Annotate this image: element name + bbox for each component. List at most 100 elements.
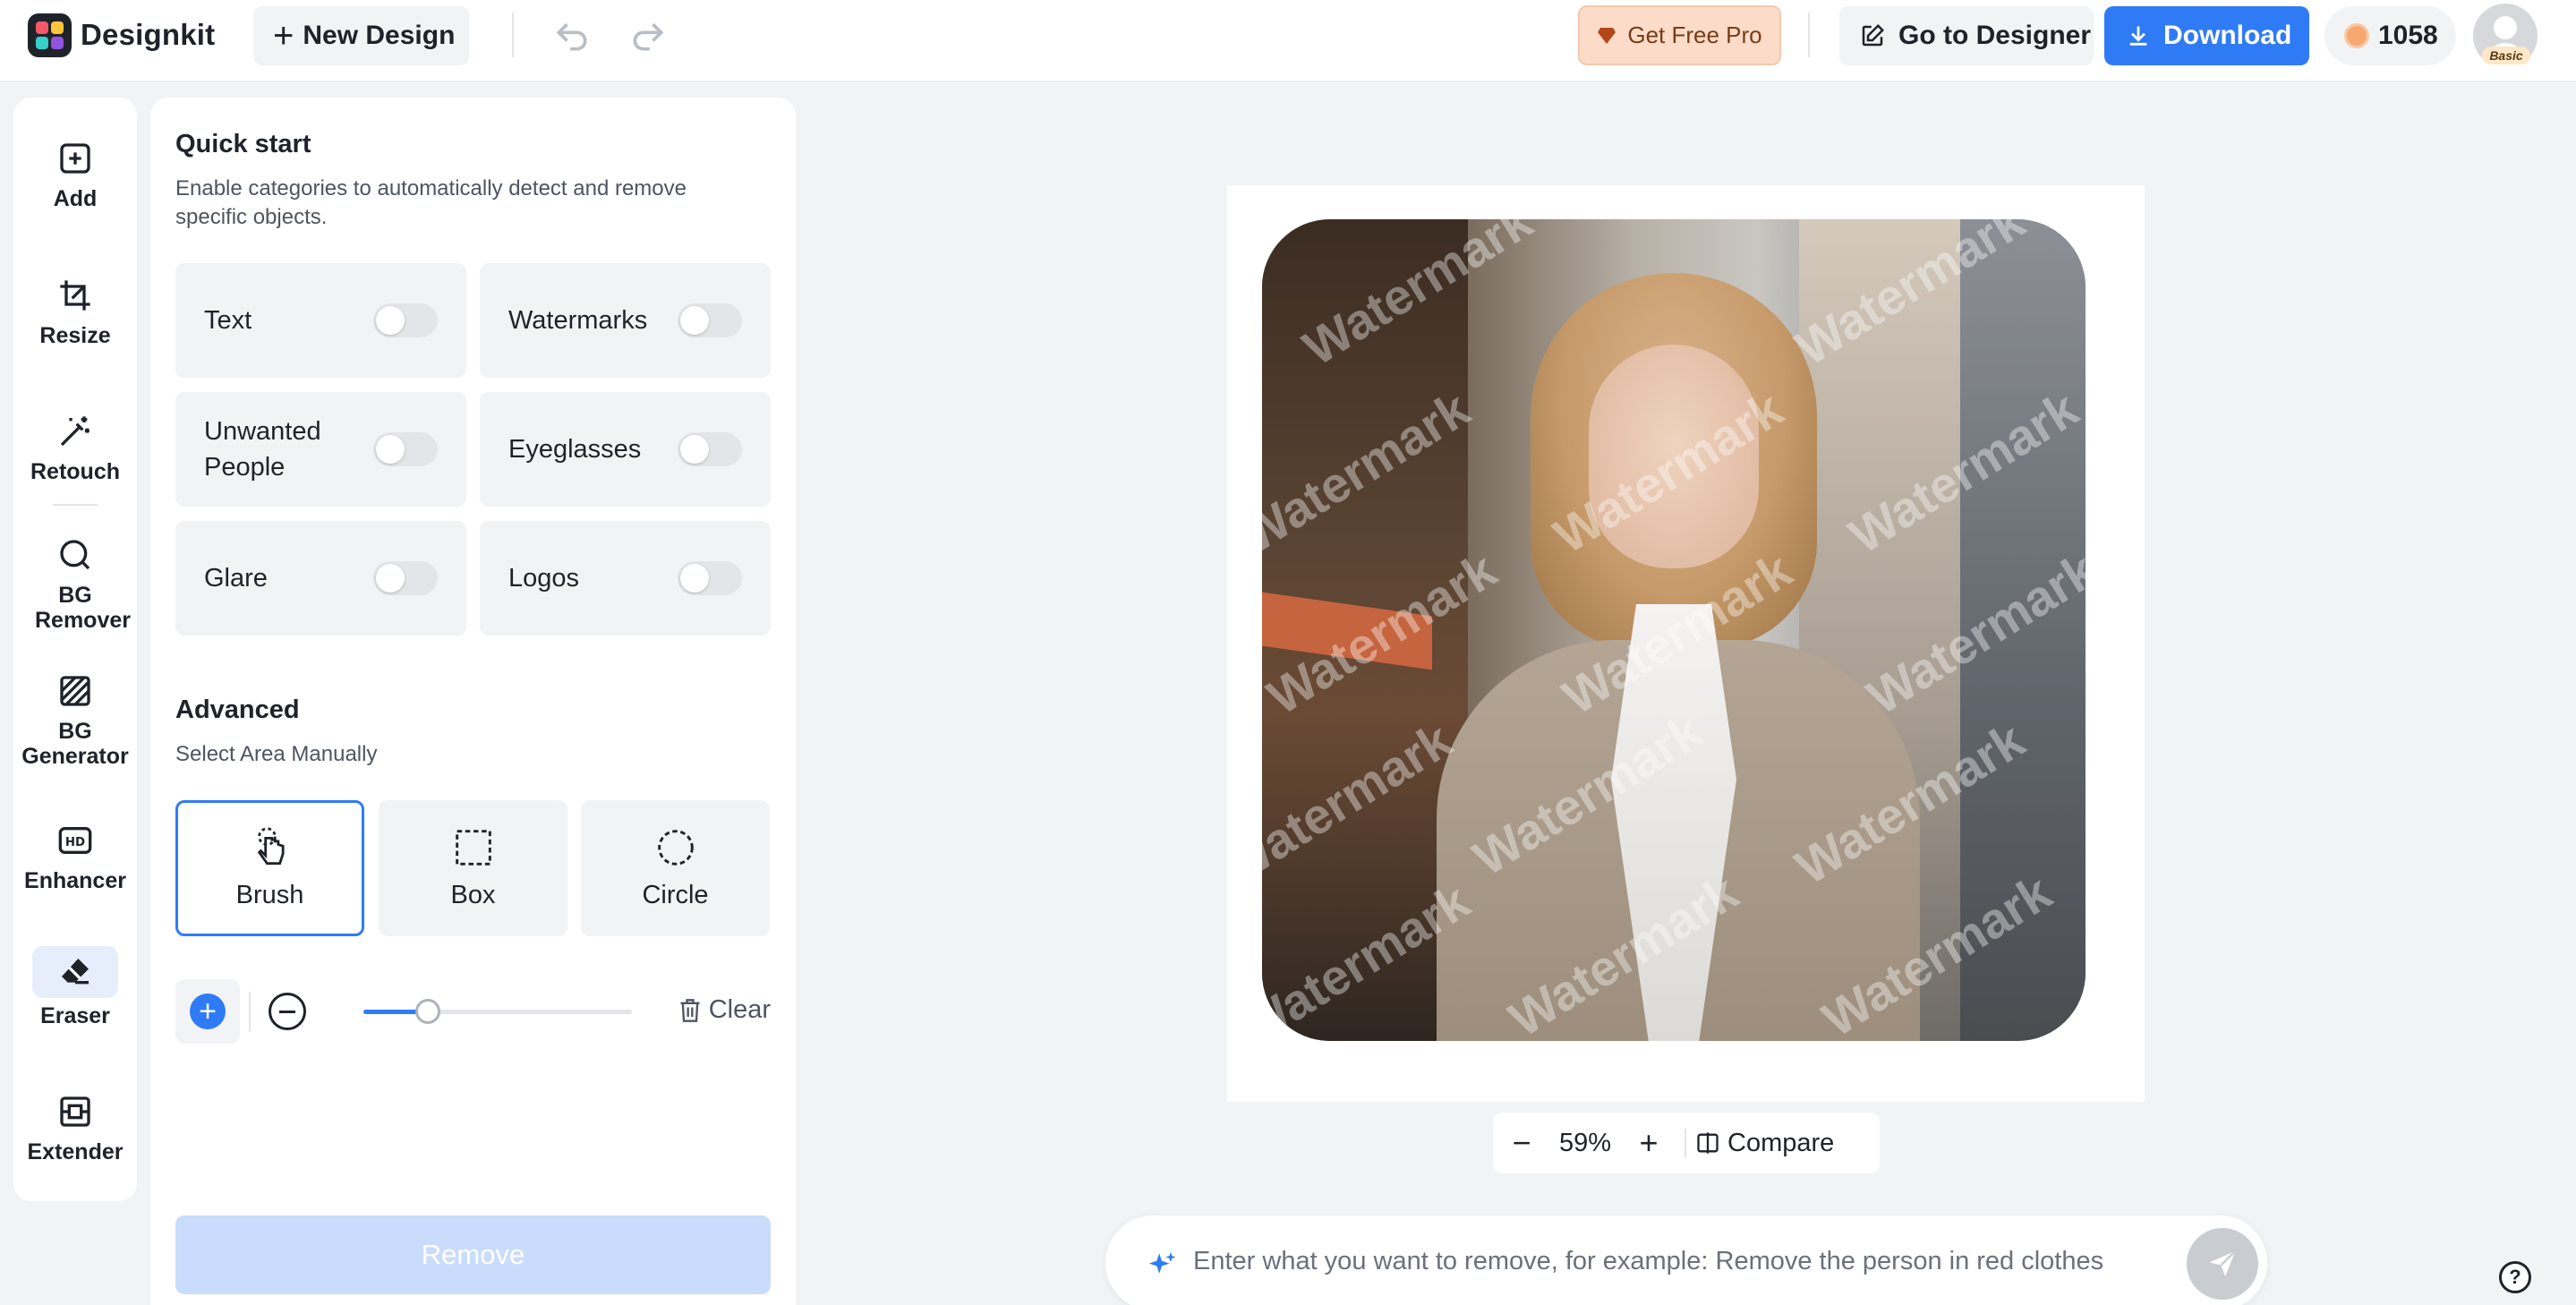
brush-hand-icon bbox=[250, 826, 291, 868]
bg-remover-icon bbox=[55, 534, 96, 576]
category-toggle[interactable] bbox=[678, 303, 742, 337]
top-bar: Designkit + New Design Get Free Pro Go t… bbox=[0, 0, 2576, 82]
magic-wand-icon bbox=[55, 411, 96, 452]
category-toggle[interactable] bbox=[678, 561, 742, 595]
clear-button[interactable]: Clear bbox=[678, 995, 771, 1025]
rail-label: Retouch bbox=[30, 459, 120, 484]
zoom-out-button[interactable]: − bbox=[1493, 1124, 1550, 1162]
new-design-button[interactable]: + New Design bbox=[253, 6, 469, 65]
mode-label: Circle bbox=[642, 880, 709, 909]
category-label: Watermarks bbox=[508, 306, 648, 335]
divider bbox=[512, 13, 514, 57]
compare-button[interactable]: Compare bbox=[1695, 1129, 1834, 1158]
eraser-icon bbox=[32, 946, 118, 998]
credits-badge[interactable]: 1058 bbox=[2324, 6, 2456, 65]
remove-prompt-bar: Enter what you want to remove, for examp… bbox=[1105, 1215, 2267, 1305]
credits-count: 1058 bbox=[2378, 21, 2438, 50]
category-eyeglasses[interactable]: Eyeglasses bbox=[480, 392, 771, 507]
compare-icon bbox=[1697, 1132, 1719, 1154]
category-label: Text bbox=[204, 306, 252, 335]
quick-start-description: Enable categories to automatically detec… bbox=[175, 176, 687, 229]
divider bbox=[249, 992, 251, 1031]
hd-icon: HD bbox=[55, 820, 96, 861]
plus-icon: + bbox=[190, 994, 226, 1029]
download-icon bbox=[2129, 26, 2147, 46]
circle-select-icon bbox=[655, 827, 696, 868]
category-label: Eyeglasses bbox=[508, 435, 642, 464]
go-to-designer-button[interactable]: Go to Designer bbox=[1839, 6, 2094, 65]
sparkle-icon bbox=[1148, 1251, 1176, 1274]
tool-rail: Add Resize Retouch BG Remover BG Generat… bbox=[13, 98, 137, 1201]
rail-divider bbox=[53, 504, 98, 506]
box-select-icon bbox=[453, 827, 494, 868]
slider-handle[interactable] bbox=[415, 999, 440, 1024]
category-toggle[interactable] bbox=[678, 432, 742, 466]
edited-photo[interactable]: Watermark Watermark Watermark Watermark … bbox=[1262, 219, 2086, 1041]
add-square-icon bbox=[55, 138, 96, 179]
crop-icon bbox=[55, 275, 96, 316]
designkit-logo-icon[interactable] bbox=[28, 13, 72, 57]
rail-item-eraser[interactable]: Eraser bbox=[13, 946, 137, 1028]
rail-label: Resize bbox=[39, 323, 111, 348]
category-label: Unwanted People bbox=[204, 417, 321, 482]
rail-label: Add bbox=[53, 186, 98, 211]
brush-size-controls: + Clear bbox=[175, 979, 771, 1044]
brush-size-slider[interactable] bbox=[363, 999, 632, 1024]
svg-text:HD: HD bbox=[65, 836, 85, 849]
undo-icon[interactable] bbox=[552, 16, 592, 55]
rail-label: BG Generator bbox=[21, 719, 129, 769]
rail-item-bg-remover[interactable]: BG Remover bbox=[13, 534, 137, 633]
mode-brush-button[interactable]: Brush bbox=[175, 800, 364, 936]
mode-box-button[interactable]: Box bbox=[379, 800, 567, 936]
quick-start-title: Quick start bbox=[175, 130, 311, 158]
get-free-pro-label: Get Free Pro bbox=[1627, 21, 1762, 48]
rail-item-add[interactable]: Add bbox=[13, 138, 137, 211]
category-toggle[interactable] bbox=[373, 303, 438, 337]
prompt-input[interactable]: Enter what you want to remove, for examp… bbox=[1193, 1247, 2103, 1276]
extender-icon bbox=[55, 1091, 96, 1132]
edit-icon bbox=[1862, 23, 1885, 47]
divider bbox=[1808, 13, 1810, 57]
download-button[interactable]: Download bbox=[2104, 6, 2309, 65]
new-design-label: New Design bbox=[303, 21, 456, 50]
rail-label: Eraser bbox=[40, 1003, 110, 1028]
add-area-button[interactable]: + bbox=[175, 979, 240, 1044]
mode-circle-button[interactable]: Circle bbox=[581, 800, 770, 936]
rail-label: Enhancer bbox=[24, 868, 126, 893]
category-text[interactable]: Text bbox=[175, 263, 466, 378]
get-free-pro-button[interactable]: Get Free Pro bbox=[1578, 5, 1781, 65]
trash-icon bbox=[680, 998, 700, 1022]
advanced-description: Select Area Manually bbox=[175, 742, 378, 766]
category-unwanted-people[interactable]: Unwanted People bbox=[175, 392, 466, 507]
rail-label: BG Remover bbox=[35, 583, 131, 633]
rail-item-enhancer[interactable]: HD Enhancer bbox=[13, 820, 137, 893]
divider bbox=[1685, 1129, 1686, 1157]
plus-icon: + bbox=[273, 16, 294, 55]
subtract-area-button[interactable] bbox=[269, 993, 306, 1030]
mode-label: Brush bbox=[235, 880, 304, 909]
rail-item-extender[interactable]: Extender bbox=[13, 1091, 137, 1164]
compare-label: Compare bbox=[1727, 1128, 1835, 1157]
send-icon bbox=[2209, 1250, 2237, 1277]
category-glare[interactable]: Glare bbox=[175, 521, 466, 635]
zoom-in-button[interactable]: + bbox=[1620, 1124, 1677, 1162]
redo-icon[interactable] bbox=[628, 16, 668, 55]
go-to-designer-label: Go to Designer bbox=[1898, 21, 2092, 50]
category-watermarks[interactable]: Watermarks bbox=[480, 263, 771, 378]
help-button[interactable]: ? bbox=[2499, 1261, 2531, 1293]
bg-generator-icon bbox=[55, 670, 96, 712]
plan-badge: Basic bbox=[2482, 47, 2530, 64]
rail-item-resize[interactable]: Resize bbox=[13, 275, 137, 348]
brand-name[interactable]: Designkit bbox=[81, 18, 215, 52]
rail-item-retouch[interactable]: Retouch bbox=[13, 411, 137, 484]
category-toggle[interactable] bbox=[373, 561, 438, 595]
category-toggle[interactable] bbox=[373, 432, 438, 466]
zoom-level: 59% bbox=[1558, 1128, 1612, 1157]
remove-button[interactable]: Remove bbox=[175, 1215, 771, 1294]
category-logos[interactable]: Logos bbox=[480, 521, 771, 635]
coin-icon bbox=[2344, 23, 2369, 48]
send-button[interactable] bbox=[2187, 1228, 2258, 1300]
rail-label: Extender bbox=[27, 1139, 124, 1164]
rail-item-bg-generator[interactable]: BG Generator bbox=[13, 670, 137, 769]
mode-label: Box bbox=[450, 880, 496, 909]
